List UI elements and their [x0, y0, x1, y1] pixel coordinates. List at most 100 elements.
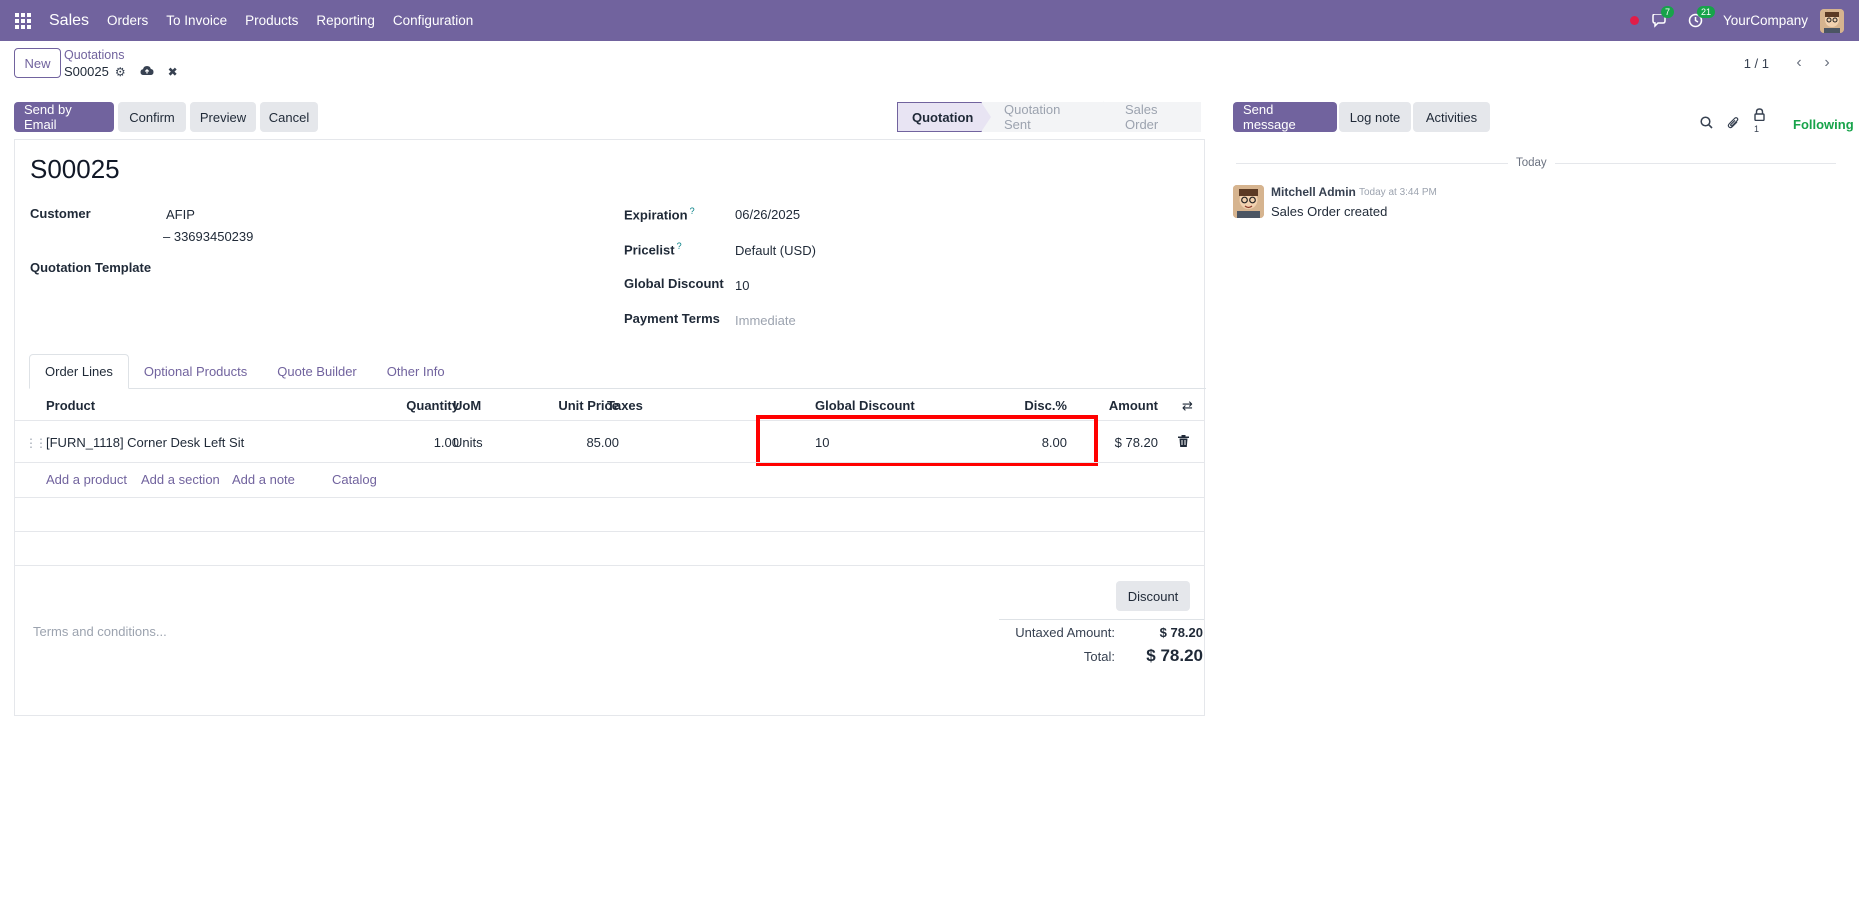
followers-count: 1 — [1754, 124, 1760, 134]
annotation-highlight-box — [756, 415, 1098, 466]
customer-field[interactable]: AFIP — [166, 207, 195, 222]
cancel-button[interactable]: Cancel — [260, 102, 318, 132]
line-product[interactable]: [FURN_1118] Corner Desk Left Sit — [46, 435, 244, 450]
confirm-button[interactable]: Confirm — [118, 102, 186, 132]
breadcrumb-record-name: S00025 — [64, 64, 109, 79]
terms-conditions-field[interactable]: Terms and conditions... — [33, 624, 167, 639]
quotation-template-label: Quotation Template — [30, 260, 152, 275]
record-title: S00025 — [30, 154, 120, 184]
row-divider — [15, 462, 1204, 463]
pricelist-label-text: Pricelist — [624, 242, 675, 258]
activities-badge: 21 — [1696, 5, 1715, 18]
untaxed-amount-value: $ 78.20 — [1159, 625, 1203, 640]
col-header-amount[interactable]: Amount — [1102, 398, 1158, 413]
activities-clock-icon[interactable]: 21 — [1687, 5, 1715, 30]
tab-optional-products[interactable]: Optional Products — [129, 354, 262, 389]
optional-columns-icon[interactable]: ⇄ — [1182, 398, 1193, 414]
line-quantity[interactable]: 1.00 — [391, 435, 459, 450]
expiration-label: Expiration? — [624, 206, 695, 222]
save-cloud-icon[interactable] — [140, 65, 154, 79]
apps-menu-icon[interactable] — [15, 12, 31, 29]
pager-next-icon[interactable]: › — [1813, 51, 1841, 75]
form-sheet: S00025 Customer AFIP – 33693450239 Quota… — [14, 139, 1206, 716]
tab-quote-builder[interactable]: Quote Builder — [262, 354, 372, 389]
message-body: Sales Order created — [1271, 204, 1388, 219]
expiration-field[interactable]: 06/26/2025 — [735, 207, 800, 222]
help-icon[interactable]: ? — [677, 241, 682, 251]
user-avatar[interactable] — [1820, 8, 1844, 33]
totals-divider — [999, 619, 1204, 620]
menu-orders[interactable]: Orders — [107, 13, 148, 28]
line-uom[interactable]: Units — [453, 435, 483, 450]
send-message-button[interactable]: Send message — [1233, 102, 1337, 132]
col-header-quantity[interactable]: Quantity — [391, 398, 459, 413]
app-brand[interactable]: Sales — [49, 12, 89, 30]
row-divider — [15, 497, 1204, 498]
payment-terms-field[interactable]: Immediate — [735, 313, 796, 328]
global-discount-label: Global Discount — [624, 276, 724, 291]
message-author[interactable]: Mitchell Admin — [1271, 185, 1356, 199]
paperclip-icon[interactable] — [1727, 116, 1740, 133]
following-button[interactable]: Following — [1793, 117, 1854, 132]
record-pager: 1 / 1 ‹ › — [1744, 51, 1841, 75]
chatter-topbar-tools: 1 Following — [1700, 108, 1859, 140]
pager-previous-icon[interactable]: ‹ — [1785, 51, 1813, 75]
menu-products[interactable]: Products — [245, 13, 298, 28]
menu-reporting[interactable]: Reporting — [316, 13, 375, 28]
messages-badge: 7 — [1660, 5, 1674, 18]
stage-quotation-sent-label: Quotation Sent — [1004, 102, 1061, 132]
drag-handle-icon[interactable]: ⋮⋮ — [25, 436, 47, 450]
add-section-link[interactable]: Add a section — [141, 472, 220, 487]
followers-button[interactable]: 1 — [1754, 108, 1779, 140]
recording-dot-icon — [1629, 16, 1639, 25]
help-icon[interactable]: ? — [690, 206, 695, 216]
lock-person-icon — [1754, 108, 1765, 124]
line-unit-price[interactable]: 85.00 — [535, 435, 619, 450]
breadcrumb-quotations[interactable]: Quotations — [64, 48, 124, 62]
message-author-avatar[interactable] — [1233, 185, 1264, 218]
tab-other-info[interactable]: Other Info — [372, 354, 460, 389]
global-discount-field[interactable]: 10 — [735, 278, 749, 293]
message-time: Today at 3:44 PM — [1359, 187, 1437, 198]
col-header-uom[interactable]: UoM — [453, 398, 481, 413]
gear-icon[interactable]: ⚙ — [115, 65, 126, 79]
delete-line-icon[interactable] — [1178, 435, 1189, 450]
customer-vat: – 33693450239 — [163, 229, 254, 244]
pager-value[interactable]: 1 / 1 — [1744, 56, 1769, 71]
activities-button[interactable]: Activities — [1413, 102, 1490, 132]
expiration-label-text: Expiration — [624, 207, 688, 223]
search-icon[interactable] — [1700, 116, 1713, 132]
col-header-product[interactable]: Product — [46, 398, 95, 413]
menu-to-invoice[interactable]: To Invoice — [166, 13, 227, 28]
menu-configuration[interactable]: Configuration — [393, 13, 473, 28]
col-header-global-discount[interactable]: Global Discount — [815, 398, 915, 413]
company-switcher[interactable]: YourCompany — [1723, 13, 1808, 28]
stage-arrow — [1103, 101, 1113, 131]
row-divider — [15, 565, 1204, 566]
discard-close-icon[interactable]: ✖ — [168, 65, 178, 79]
stage-sales-order[interactable]: Sales Order — [1103, 102, 1201, 132]
line-amount: $ 78.20 — [1114, 435, 1158, 450]
send-by-email-button[interactable]: Send by Email — [14, 102, 114, 132]
stage-quotation-sent[interactable]: Quotation Sent — [982, 101, 1113, 132]
col-header-disc[interactable]: Disc.% — [1015, 398, 1067, 413]
untaxed-amount-label: Untaxed Amount: — [1015, 625, 1115, 640]
row-divider — [15, 531, 1204, 532]
log-note-button[interactable]: Log note — [1339, 102, 1411, 132]
pricelist-field[interactable]: Default (USD) — [735, 243, 816, 258]
tab-order-lines[interactable]: Order Lines — [29, 354, 129, 389]
total-label: Total: — [1083, 649, 1115, 664]
col-header-taxes[interactable]: Taxes — [607, 398, 643, 413]
stage-sales-order-label: Sales Order — [1125, 102, 1159, 132]
preview-button[interactable]: Preview — [190, 102, 256, 132]
stage-quotation[interactable]: Quotation — [897, 102, 991, 132]
messages-icon[interactable]: 7 — [1651, 5, 1674, 30]
status-stages: Quotation Quotation Sent Sales Order — [897, 101, 1201, 132]
catalog-link[interactable]: Catalog — [332, 472, 377, 487]
control-panel: New Quotations S00025 ⚙ ✖ 1 / 1 ‹ › — [0, 41, 1859, 87]
new-button[interactable]: New — [14, 48, 61, 78]
navbar-systray: 7 21 YourCompany — [1629, 0, 1859, 41]
discount-button[interactable]: Discount — [1116, 581, 1190, 611]
add-note-link[interactable]: Add a note — [232, 472, 295, 487]
add-product-link[interactable]: Add a product — [46, 472, 127, 487]
